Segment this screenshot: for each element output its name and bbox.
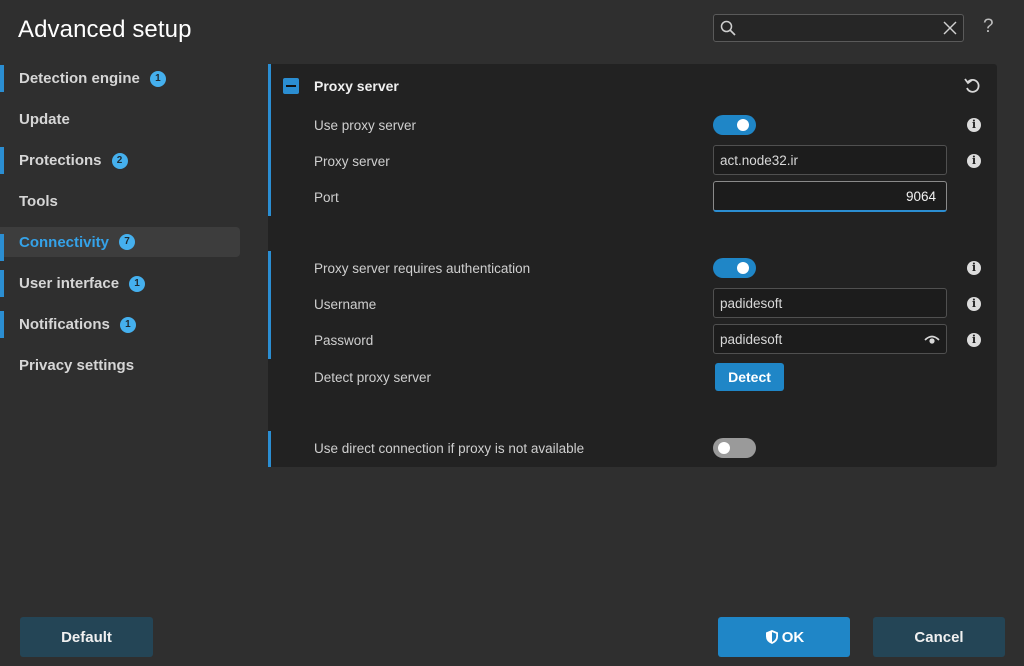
section-marker: [268, 251, 271, 359]
cancel-button-label: Cancel: [914, 628, 964, 646]
info-icon[interactable]: i: [967, 154, 981, 168]
toggle-knob: [718, 442, 730, 454]
notification-badge: 7: [119, 234, 136, 250]
help-icon[interactable]: ?: [983, 16, 994, 38]
sidebar-item-label: Connectivity: [19, 233, 110, 251]
notification-badge: 1: [149, 70, 166, 87]
ok-button[interactable]: OK: [718, 617, 850, 657]
sidebar-item-label: Detection engine: [19, 70, 140, 87]
notification-badge: 2: [111, 152, 128, 169]
detect-button[interactable]: Detect: [715, 363, 784, 391]
notification-badge: 1: [119, 316, 136, 333]
close-icon[interactable]: [943, 21, 957, 35]
sidebar-item-privacy-settings[interactable]: Privacy settings: [0, 345, 240, 386]
sidebar-item-tools[interactable]: Tools: [0, 181, 240, 222]
reset-icon[interactable]: [963, 76, 981, 94]
password-label: Password: [314, 333, 374, 348]
info-icon[interactable]: i: [967, 333, 981, 347]
sidebar-item-label: Update: [19, 111, 70, 128]
search-box[interactable]: [713, 14, 964, 42]
proxy-server-input[interactable]: [720, 146, 920, 174]
toggle-knob: [737, 262, 749, 274]
sidebar-item-detection-engine[interactable]: Detection engine 1: [0, 58, 240, 99]
sidebar-item-label: Protections: [19, 152, 102, 169]
ok-button-label: OK: [781, 628, 805, 646]
sidebar-item-protections[interactable]: Protections 2: [0, 140, 240, 181]
section-marker: [268, 64, 271, 216]
info-icon[interactable]: i: [967, 297, 981, 311]
proxy-server-label: Proxy server: [314, 154, 390, 169]
port-field[interactable]: [713, 181, 947, 212]
sidebar-item-update[interactable]: Update: [0, 99, 240, 140]
use-proxy-toggle[interactable]: [713, 115, 756, 135]
port-label: Port: [314, 190, 339, 205]
default-button-label: Default: [61, 628, 112, 646]
toggle-knob: [737, 119, 749, 131]
sidebar-item-label: Tools: [19, 193, 58, 210]
use-proxy-label: Use proxy server: [314, 118, 417, 133]
section-marker: [268, 431, 271, 467]
sidebar-item-label: Privacy settings: [19, 357, 135, 374]
auth-required-toggle[interactable]: [713, 258, 756, 278]
sidebar-item-label: User interface: [19, 275, 120, 292]
direct-connection-toggle[interactable]: [713, 438, 756, 458]
default-button[interactable]: Default: [20, 617, 153, 657]
sidebar-item-connectivity[interactable]: Connectivity 7: [0, 227, 240, 261]
username-label: Username: [314, 297, 377, 312]
search-icon: [720, 20, 736, 36]
section-title: Proxy server: [314, 78, 399, 94]
shield-icon: [765, 630, 778, 644]
direct-connection-label: Use direct connection if proxy is not av…: [314, 441, 585, 456]
detect-proxy-label: Detect proxy server: [314, 370, 432, 385]
sidebar-item-notifications[interactable]: Notifications 1: [0, 304, 240, 345]
info-icon[interactable]: i: [967, 118, 981, 132]
notification-badge: 1: [129, 275, 146, 292]
proxy-server-field[interactable]: [713, 145, 947, 175]
sidebar-item-user-interface[interactable]: User interface 1: [0, 263, 240, 304]
username-input[interactable]: [720, 289, 920, 317]
auth-required-label: Proxy server requires authentication: [314, 261, 531, 276]
password-field[interactable]: [713, 324, 947, 354]
port-input[interactable]: [718, 182, 936, 210]
password-input[interactable]: [720, 325, 920, 353]
window-title: Advanced setup: [18, 16, 192, 43]
info-icon[interactable]: i: [967, 261, 981, 275]
sidebar-item-label: Notifications: [19, 316, 110, 333]
cancel-button[interactable]: Cancel: [873, 617, 1005, 657]
search-input[interactable]: [742, 17, 936, 41]
sidebar: Detection engine 1 Update Protections 2 …: [0, 58, 240, 386]
eye-icon[interactable]: [924, 333, 940, 345]
proxy-server-panel: Proxy server Use proxy server i Proxy se…: [268, 64, 997, 467]
collapse-section-button[interactable]: [283, 78, 299, 94]
username-field[interactable]: [713, 288, 947, 318]
